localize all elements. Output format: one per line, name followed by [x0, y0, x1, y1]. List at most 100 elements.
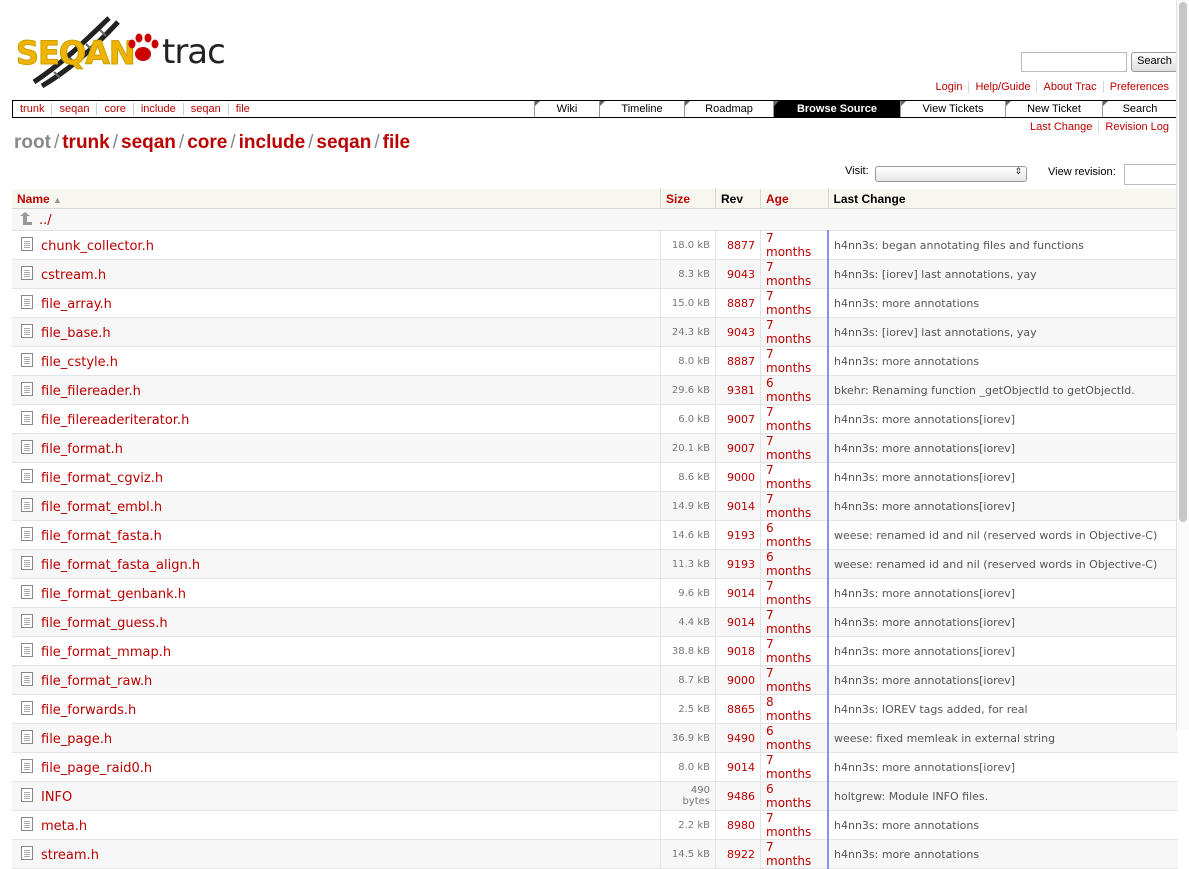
- table-row[interactable]: chunk_collector.h 18.0 kB 8877 7 months h4nn…: [12, 230, 1178, 260]
- revision-link[interactable]: 8922: [715, 839, 761, 869]
- age-link[interactable]: 6 months: [760, 781, 829, 811]
- age-link[interactable]: 7 months: [760, 462, 829, 492]
- table-row[interactable]: file_format_embl.h 14.9 kB 9014 7 months h4n…: [12, 491, 1178, 521]
- revision-link[interactable]: 8877: [715, 230, 761, 260]
- file-link[interactable]: file_format_fasta_align.h: [41, 558, 200, 573]
- table-row[interactable]: file_cstyle.h 8.0 kB 8887 7 months h4nn3s: m…: [12, 346, 1178, 376]
- age-link[interactable]: 6 months: [760, 520, 829, 550]
- age-link[interactable]: 7 months: [760, 839, 829, 869]
- file-link[interactable]: file_forwards.h: [41, 703, 136, 718]
- file-link[interactable]: file_page.h: [41, 732, 112, 747]
- path-trunk[interactable]: trunk: [62, 132, 110, 153]
- tab-new-ticket[interactable]: New Ticket: [1005, 101, 1102, 117]
- preferences-link[interactable]: Preferences: [1102, 81, 1175, 93]
- table-row[interactable]: file_page_raid0.h 8.0 kB 9014 7 months h4nn3…: [12, 752, 1178, 782]
- revision-link[interactable]: 8887: [715, 346, 761, 376]
- age-link[interactable]: 7 months: [760, 230, 829, 260]
- age-link[interactable]: 7 months: [760, 317, 829, 347]
- revision-link[interactable]: 9007: [715, 404, 761, 434]
- about-trac-link[interactable]: About Trac: [1036, 81, 1103, 93]
- table-row[interactable]: file_format_raw.h 8.7 kB 9000 7 months h4nn3…: [12, 665, 1178, 695]
- age-link[interactable]: 7 months: [760, 433, 829, 463]
- parent-dir-row[interactable]: ../: [12, 208, 1178, 231]
- revision-link[interactable]: 9193: [715, 520, 761, 550]
- file-link[interactable]: file_format_genbank.h: [41, 587, 186, 602]
- file-link[interactable]: meta.h: [41, 819, 87, 834]
- file-link[interactable]: file_format_mmap.h: [41, 645, 171, 660]
- table-row[interactable]: file_filereader.h 29.6 kB 9381 6 months bkeh…: [12, 375, 1178, 405]
- file-link[interactable]: file_format_guess.h: [41, 616, 168, 631]
- table-row[interactable]: file_format_genbank.h 9.6 kB 9014 7 months h…: [12, 578, 1178, 608]
- table-row[interactable]: stream.h 14.5 kB 8922 7 months h4nn3s: more …: [12, 839, 1178, 869]
- view-revision-input[interactable]: [1124, 164, 1182, 185]
- file-link[interactable]: file_filereader.h: [41, 384, 141, 399]
- revision-link[interactable]: 9000: [715, 462, 761, 492]
- revision-link[interactable]: 9486: [715, 781, 761, 811]
- age-link[interactable]: 7 months: [760, 810, 829, 840]
- breadcrumb-file[interactable]: file: [229, 103, 257, 115]
- tab-roadmap[interactable]: Roadmap: [684, 101, 773, 117]
- revision-link[interactable]: 9014: [715, 578, 761, 608]
- table-row[interactable]: file_forwards.h 2.5 kB 8865 8 months h4nn3s:…: [12, 694, 1178, 724]
- path-seqan-2[interactable]: seqan: [316, 132, 371, 153]
- file-link[interactable]: stream.h: [41, 848, 99, 863]
- file-link[interactable]: file_format_raw.h: [41, 674, 152, 689]
- file-link[interactable]: file_filereaderiterator.h: [41, 413, 189, 428]
- file-link[interactable]: file_format_embl.h: [41, 500, 162, 515]
- age-link[interactable]: 6 months: [760, 549, 829, 579]
- revision-link[interactable]: 9043: [715, 317, 761, 347]
- breadcrumb-include[interactable]: include: [133, 103, 184, 115]
- age-link[interactable]: 6 months: [760, 375, 829, 405]
- column-header-age[interactable]: Age: [760, 189, 828, 209]
- age-link[interactable]: 7 months: [760, 288, 829, 318]
- breadcrumb-core[interactable]: core: [97, 103, 134, 115]
- age-link[interactable]: 7 months: [760, 752, 829, 782]
- table-row[interactable]: file_page.h 36.9 kB 9490 6 months weese: fix…: [12, 723, 1178, 753]
- table-row[interactable]: file_array.h 15.0 kB 8887 7 months h4nn3s: m…: [12, 288, 1178, 318]
- revision-link[interactable]: 8887: [715, 288, 761, 318]
- revision-log-link[interactable]: Revision Log: [1098, 121, 1175, 133]
- age-link[interactable]: 7 months: [760, 665, 829, 695]
- file-link[interactable]: file_cstyle.h: [41, 355, 118, 370]
- tab-timeline[interactable]: Timeline: [599, 101, 684, 117]
- age-link[interactable]: 8 months: [760, 694, 829, 724]
- path-root[interactable]: root: [14, 132, 51, 153]
- revision-link[interactable]: 9193: [715, 549, 761, 579]
- table-row[interactable]: INFO 490 bytes 9486 6 months holtgrew: Modul…: [12, 781, 1178, 811]
- file-link[interactable]: file_page_raid0.h: [41, 761, 152, 776]
- breadcrumb-trunk[interactable]: trunk: [13, 103, 53, 115]
- revision-link[interactable]: 9014: [715, 491, 761, 521]
- column-header-size[interactable]: Size: [660, 189, 716, 209]
- table-row[interactable]: meta.h 2.2 kB 8980 7 months h4nn3s: more ann…: [12, 810, 1178, 840]
- age-link[interactable]: 7 months: [760, 578, 829, 608]
- file-link[interactable]: file_format_cgviz.h: [41, 471, 163, 486]
- file-link[interactable]: INFO: [41, 790, 72, 805]
- breadcrumb-seqan-2[interactable]: seqan: [183, 103, 229, 115]
- table-row[interactable]: cstream.h 8.3 kB 9043 7 months h4nn3s: [iore…: [12, 259, 1178, 289]
- last-change-link[interactable]: Last Change: [1024, 121, 1098, 133]
- table-row[interactable]: file_format_fasta.h 14.6 kB 9193 6 months we…: [12, 520, 1178, 550]
- file-link[interactable]: file_format_fasta.h: [41, 529, 162, 544]
- revision-link[interactable]: 9043: [715, 259, 761, 289]
- revision-link[interactable]: 9381: [715, 375, 761, 405]
- age-link[interactable]: 7 months: [760, 491, 829, 521]
- revision-link[interactable]: 9007: [715, 433, 761, 463]
- visit-select[interactable]: ⇕: [875, 166, 1027, 182]
- tab-wiki[interactable]: Wiki: [534, 101, 599, 117]
- file-link[interactable]: file_format.h: [41, 442, 123, 457]
- path-include[interactable]: include: [239, 132, 306, 153]
- age-link[interactable]: 7 months: [760, 607, 829, 637]
- search-input[interactable]: [1021, 52, 1127, 72]
- path-file[interactable]: file: [383, 132, 410, 153]
- vertical-scrollbar[interactable]: [1176, 0, 1189, 730]
- revision-link[interactable]: 8865: [715, 694, 761, 724]
- path-seqan[interactable]: seqan: [121, 132, 176, 153]
- file-link[interactable]: file_array.h: [41, 297, 112, 312]
- table-row[interactable]: file_filereaderiterator.h 6.0 kB 9007 7 mon…: [12, 404, 1178, 434]
- revision-link[interactable]: 9014: [715, 607, 761, 637]
- age-link[interactable]: 7 months: [760, 636, 829, 666]
- revision-link[interactable]: 9018: [715, 636, 761, 666]
- file-link[interactable]: file_base.h: [41, 326, 111, 341]
- revision-link[interactable]: 9014: [715, 752, 761, 782]
- parent-directory-link[interactable]: ../: [39, 213, 52, 228]
